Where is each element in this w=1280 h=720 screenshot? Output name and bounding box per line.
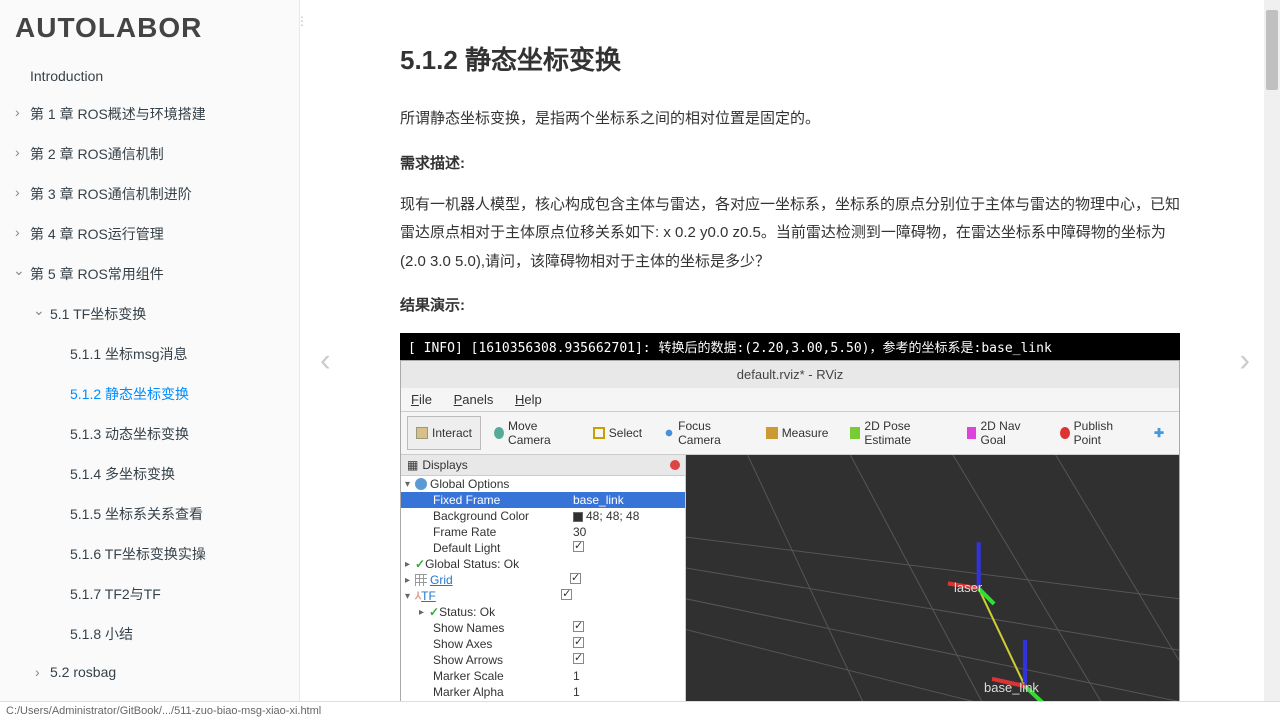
checkbox[interactable]	[570, 573, 581, 584]
focus-icon	[664, 427, 674, 439]
need-heading: 需求描述:	[400, 152, 1180, 173]
rviz-3d-viewport[interactable]: laser base_link	[686, 455, 1179, 720]
base-link-label: base_link	[984, 680, 1039, 695]
tree-global-options[interactable]: ▾Global Options	[401, 476, 685, 492]
nav-s514[interactable]: 5.1.4 多坐标变换	[0, 454, 299, 494]
nav-s515[interactable]: 5.1.5 坐标系关系查看	[0, 494, 299, 534]
menu-file[interactable]: File	[411, 392, 432, 407]
tb-select[interactable]: Select	[584, 416, 651, 450]
nav-introduction[interactable]: Introduction	[0, 58, 299, 94]
terminal-output: [ INFO] [1610356308.935662701]: 转换后的数据:(…	[400, 333, 1180, 360]
displays-header: ▦ Displays	[401, 455, 685, 476]
grid-icon	[415, 574, 427, 586]
measure-icon	[766, 427, 778, 439]
nav-s512[interactable]: 5.1.2 静态坐标变换	[0, 374, 299, 414]
color-swatch	[573, 512, 583, 522]
tb-publish-point[interactable]: Publish Point	[1051, 416, 1141, 450]
tree-bg-color[interactable]: Background Color48; 48; 48	[401, 508, 685, 524]
tree-show-axes[interactable]: Show Axes	[401, 636, 685, 652]
nav-s52[interactable]: 5.2 rosbag	[0, 654, 299, 690]
menu-help[interactable]: Help	[515, 392, 542, 407]
tree-fixed-frame[interactable]: Fixed Framebase_link	[401, 492, 685, 508]
move-camera-icon	[494, 427, 504, 439]
main-content: 5.1.2 静态坐标变换 所谓静态坐标变换，是指两个坐标系之间的相对位置是固定的…	[300, 0, 1280, 720]
tree-frame-rate[interactable]: Frame Rate30	[401, 524, 685, 540]
tb-focus-camera[interactable]: Focus Camera	[655, 416, 753, 450]
page-title: 5.1.2 静态坐标变换	[400, 40, 1180, 77]
rviz-titlebar: default.rviz* - RViz	[401, 361, 1179, 388]
nav-s517[interactable]: 5.1.7 TF2与TF	[0, 574, 299, 614]
nav-goal-icon	[967, 427, 977, 439]
checkbox[interactable]	[573, 541, 584, 552]
nav-s511[interactable]: 5.1.1 坐标msg消息	[0, 334, 299, 374]
nav-s513[interactable]: 5.1.3 动态坐标变换	[0, 414, 299, 454]
displays-icon: ▦	[407, 458, 419, 470]
tree-grid[interactable]: ▸Grid	[401, 572, 685, 588]
close-icon[interactable]	[670, 460, 680, 470]
interact-icon	[416, 427, 428, 439]
displays-panel: ▦ Displays ▾Global Options Fixed Frameba…	[401, 455, 686, 720]
nav-s518[interactable]: 5.1.8 小结	[0, 614, 299, 654]
tb-move-camera[interactable]: Move Camera	[485, 416, 580, 450]
nav-ch4[interactable]: 第 4 章 ROS运行管理	[0, 214, 299, 254]
publish-icon	[1060, 427, 1070, 439]
grid-3d	[686, 455, 1179, 720]
tree-default-light[interactable]: Default Light	[401, 540, 685, 556]
page-scrollbar[interactable]	[1264, 0, 1280, 720]
scroll-thumb[interactable]	[1266, 10, 1278, 90]
tree-show-names[interactable]: Show Names	[401, 620, 685, 636]
tree-global-status[interactable]: ▸✓ Global Status: Ok	[401, 556, 685, 572]
logo: AUTOLABOR	[0, 0, 299, 52]
sidebar: AUTOLABOR Introduction 第 1 章 ROS概述与环境搭建 …	[0, 0, 300, 720]
tree-show-arrows[interactable]: Show Arrows	[401, 652, 685, 668]
tb-measure[interactable]: Measure	[757, 416, 838, 450]
intro-paragraph: 所谓静态坐标变换，是指两个坐标系之间的相对位置是固定的。	[400, 105, 1180, 134]
globe-icon	[415, 478, 427, 490]
tb-interact[interactable]: Interact	[407, 416, 481, 450]
checkbox[interactable]	[573, 637, 584, 648]
nav-tree: Introduction 第 1 章 ROS概述与环境搭建 第 2 章 ROS通…	[0, 52, 299, 720]
tree-tf-status[interactable]: ▸✓ Status: Ok	[401, 604, 685, 620]
need-paragraph: 现有一机器人模型，核心构成包含主体与雷达，各对应一坐标系，坐标系的原点分别位于主…	[400, 191, 1180, 277]
check-icon: ✓	[415, 557, 425, 571]
tb-add[interactable]: ✚	[1145, 416, 1173, 450]
tb-2d-pose[interactable]: 2D Pose Estimate	[841, 416, 953, 450]
tree-marker-scale[interactable]: Marker Scale1	[401, 668, 685, 684]
tree-marker-alpha[interactable]: Marker Alpha1	[401, 684, 685, 700]
status-bar: C:/Users/Administrator/GitBook/.../511-z…	[0, 701, 1280, 720]
nav-ch2[interactable]: 第 2 章 ROS通信机制	[0, 134, 299, 174]
tree-tf[interactable]: ▾⅄ TF	[401, 588, 685, 604]
rviz-toolbar: Interact Move Camera Select Focus Camera…	[401, 412, 1179, 455]
nav-ch5[interactable]: 第 5 章 ROS常用组件	[0, 254, 299, 294]
tb-2d-nav[interactable]: 2D Nav Goal	[958, 416, 1047, 450]
checkbox[interactable]	[561, 589, 572, 600]
nav-ch3[interactable]: 第 3 章 ROS通信机制进阶	[0, 174, 299, 214]
next-page-arrow[interactable]: ›	[1239, 342, 1250, 379]
nav-s51[interactable]: 5.1 TF坐标变换	[0, 294, 299, 334]
nav-s516[interactable]: 5.1.6 TF坐标变换实操	[0, 534, 299, 574]
pose-icon	[850, 427, 860, 439]
prev-page-arrow[interactable]: ‹	[320, 342, 331, 379]
displays-tree[interactable]: ▾Global Options Fixed Framebase_link Bac…	[401, 476, 685, 703]
tf-arrow	[979, 589, 1025, 687]
rviz-window: default.rviz* - RViz File Panels Help In…	[400, 360, 1180, 720]
check-icon: ✓	[429, 605, 439, 619]
select-icon	[593, 427, 605, 439]
checkbox[interactable]	[573, 621, 584, 632]
checkbox[interactable]	[573, 653, 584, 664]
rviz-menubar: File Panels Help	[401, 388, 1179, 412]
laser-label: laser	[954, 580, 982, 595]
nav-ch1[interactable]: 第 1 章 ROS概述与环境搭建	[0, 94, 299, 134]
result-heading: 结果演示:	[400, 294, 1180, 315]
menu-panels[interactable]: Panels	[454, 392, 494, 407]
plus-icon: ✚	[1154, 426, 1164, 440]
